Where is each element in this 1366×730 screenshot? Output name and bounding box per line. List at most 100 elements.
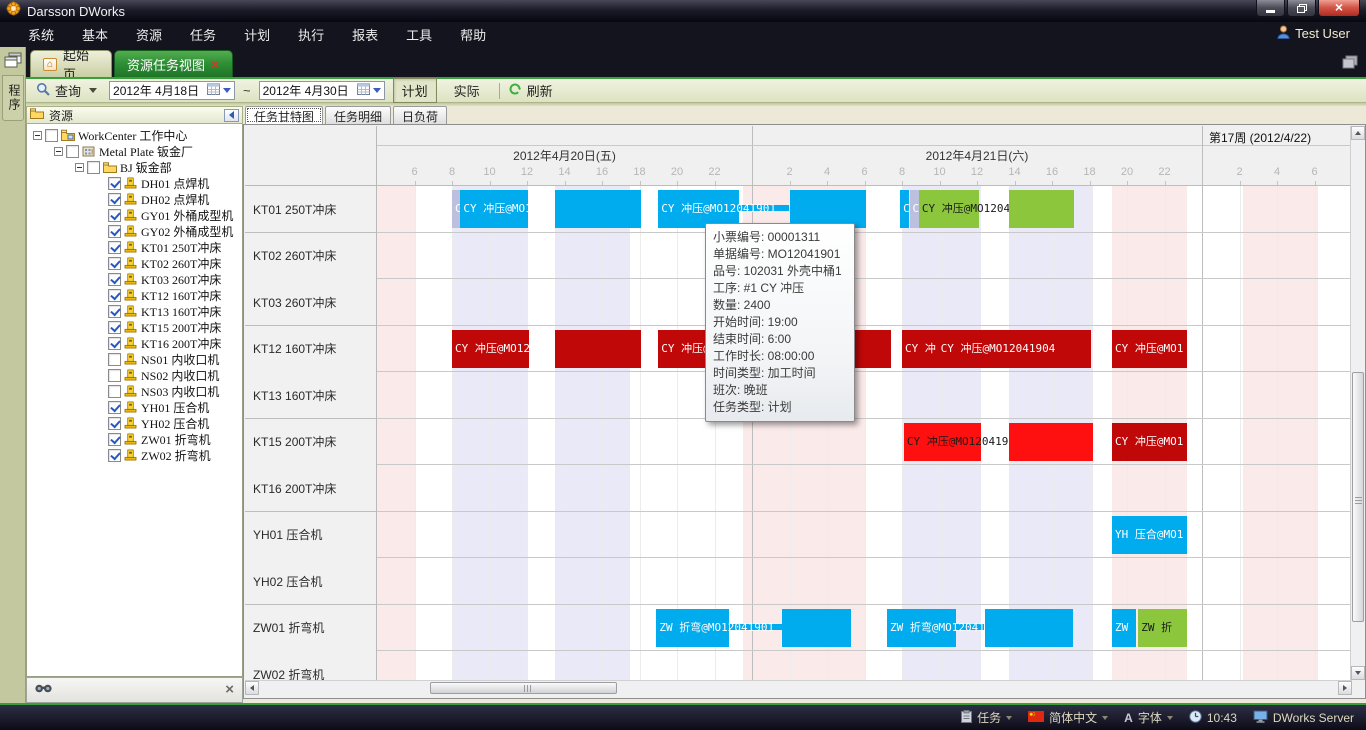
- menu-basic[interactable]: 基本: [68, 22, 122, 47]
- vertical-scrollbar[interactable]: [1350, 126, 1364, 680]
- tree-expander-icon[interactable]: [75, 163, 84, 172]
- menu-plan[interactable]: 计划: [230, 22, 284, 47]
- gantt-bar[interactable]: CY 冲压@MO1: [1112, 330, 1187, 368]
- tree-checkbox[interactable]: [108, 433, 121, 446]
- tree-item[interactable]: DH02 点焊机: [27, 191, 242, 207]
- date-from-field[interactable]: 2012年 4月18日: [109, 81, 235, 100]
- tree-item[interactable]: ZW01 折弯机: [27, 431, 242, 447]
- tab-gantt-chart[interactable]: 任务甘特图: [245, 106, 323, 124]
- chevron-down-icon[interactable]: [1167, 716, 1173, 720]
- tree-checkbox[interactable]: [108, 289, 121, 302]
- gantt-bar[interactable]: [555, 190, 641, 228]
- window-layout-icon[interactable]: [1342, 55, 1358, 69]
- tree-item[interactable]: KT12 160T冲床: [27, 287, 242, 303]
- tree-expander-icon[interactable]: [33, 131, 42, 140]
- menu-system[interactable]: 系统: [14, 22, 68, 47]
- chevron-down-icon[interactable]: [1102, 716, 1108, 720]
- program-side-tab[interactable]: 程序: [2, 75, 24, 121]
- gantt-bar[interactable]: ZW 折: [1138, 609, 1187, 647]
- gantt-bar[interactable]: [555, 330, 641, 368]
- chevron-down-icon[interactable]: [1006, 716, 1012, 720]
- gantt-bar[interactable]: YH 压合@MO1: [1112, 516, 1187, 554]
- date-to-field[interactable]: 2012年 4月30日: [259, 81, 385, 100]
- gantt-bar[interactable]: CY 冲压@MO1: [1112, 423, 1187, 461]
- tab-daily-load[interactable]: 日负荷: [393, 106, 447, 124]
- tree-item[interactable]: WorkCenter 工作中心: [27, 127, 242, 143]
- tree-checkbox[interactable]: [108, 241, 121, 254]
- plan-toggle-button[interactable]: 计划: [393, 78, 437, 103]
- tree-checkbox[interactable]: [108, 369, 121, 382]
- horizontal-scrollbar[interactable]: [245, 680, 1352, 694]
- gantt-bar[interactable]: [782, 609, 851, 647]
- tree-item[interactable]: NS02 内收口机: [27, 367, 242, 383]
- chevron-down-icon[interactable]: [223, 88, 231, 93]
- gantt-bar[interactable]: ZW 折弯@MO12041901: [656, 609, 729, 647]
- close-icon[interactable]: [225, 681, 234, 699]
- tree-item[interactable]: DH01 点焊机: [27, 175, 242, 191]
- menu-execute[interactable]: 执行: [284, 22, 338, 47]
- tree-checkbox[interactable]: [108, 209, 121, 222]
- tree-item[interactable]: GY01 外桶成型机: [27, 207, 242, 223]
- menu-resource[interactable]: 资源: [122, 22, 176, 47]
- gantt-bar[interactable]: ZW 折弯@MO12041901: [887, 609, 956, 647]
- tree-checkbox[interactable]: [108, 417, 121, 430]
- tree-item[interactable]: KT13 160T冲床: [27, 303, 242, 319]
- tree-checkbox[interactable]: [108, 401, 121, 414]
- tree-checkbox[interactable]: [108, 225, 121, 238]
- actual-toggle-button[interactable]: 实际: [445, 78, 489, 103]
- tree-expander-icon[interactable]: [54, 147, 63, 156]
- scroll-right-button[interactable]: [1338, 681, 1352, 695]
- restore-button[interactable]: [1287, 0, 1316, 17]
- tree-item[interactable]: KT15 200T冲床: [27, 319, 242, 335]
- tree-checkbox[interactable]: [108, 337, 121, 350]
- scroll-down-button[interactable]: [1351, 666, 1365, 680]
- refresh-button[interactable]: 刷新: [508, 81, 553, 100]
- tree-item[interactable]: KT01 250T冲床: [27, 239, 242, 255]
- tree-item[interactable]: Metal Plate 钣金厂: [27, 143, 242, 159]
- status-font[interactable]: A 字体: [1124, 709, 1173, 726]
- tree-checkbox[interactable]: [108, 305, 121, 318]
- scroll-left-button[interactable]: [245, 681, 259, 695]
- menu-report[interactable]: 报表: [338, 22, 392, 47]
- tree-item[interactable]: YH01 压合机: [27, 399, 242, 415]
- status-task[interactable]: 任务: [961, 709, 1012, 726]
- tree-item[interactable]: KT03 260T冲床: [27, 271, 242, 287]
- gantt-bar[interactable]: [1009, 423, 1093, 461]
- chevron-down-icon[interactable]: [373, 88, 381, 93]
- tree-item[interactable]: KT16 200T冲床: [27, 335, 242, 351]
- tree-item[interactable]: BJ 钣金部: [27, 159, 242, 175]
- gantt-bar[interactable]: C: [900, 190, 909, 228]
- menu-help[interactable]: 帮助: [446, 22, 500, 47]
- gantt-bar[interactable]: CY 冲: [902, 330, 938, 368]
- gantt-bar[interactable]: C: [910, 190, 919, 228]
- tree-checkbox[interactable]: [108, 257, 121, 270]
- tree-checkbox[interactable]: [66, 145, 79, 158]
- gantt-bar[interactable]: CY 冲压@MO12041902: [919, 190, 979, 228]
- gantt-bar[interactable]: CY 冲压@MO12041903: [904, 423, 981, 461]
- gantt-bar[interactable]: CY 冲压@MO12041904: [452, 330, 529, 368]
- tab-task-detail[interactable]: 任务明细: [325, 106, 391, 124]
- gantt-bar[interactable]: [985, 609, 1073, 647]
- gantt-bar[interactable]: CY 冲压@MO12041904: [938, 330, 1092, 368]
- tree-checkbox[interactable]: [108, 177, 121, 190]
- tree-item[interactable]: ZW02 折弯机: [27, 447, 242, 463]
- menu-task[interactable]: 任务: [176, 22, 230, 47]
- gantt-bar[interactable]: ZW: [1112, 609, 1136, 647]
- gantt-bar[interactable]: C: [452, 190, 460, 228]
- tree-checkbox[interactable]: [108, 193, 121, 206]
- tree-checkbox[interactable]: [108, 321, 121, 334]
- query-button[interactable]: 查询: [32, 79, 101, 102]
- gantt-bar[interactable]: [1009, 190, 1075, 228]
- tree-item[interactable]: NS01 内收口机: [27, 351, 242, 367]
- tree-item[interactable]: YH02 压合机: [27, 415, 242, 431]
- tab-close-icon[interactable]: [211, 56, 219, 72]
- gantt-bar[interactable]: CY 冲压@MO12041901: [460, 190, 528, 228]
- tree-item[interactable]: KT02 260T冲床: [27, 255, 242, 271]
- tree-checkbox[interactable]: [45, 129, 58, 142]
- menu-tools[interactable]: 工具: [392, 22, 446, 47]
- minimize-button[interactable]: [1256, 0, 1285, 17]
- tree-checkbox[interactable]: [108, 273, 121, 286]
- tree-item[interactable]: GY02 外桶成型机: [27, 223, 242, 239]
- tab-resource-task-view[interactable]: 资源任务视图: [114, 50, 233, 77]
- chevron-down-icon[interactable]: [89, 88, 97, 93]
